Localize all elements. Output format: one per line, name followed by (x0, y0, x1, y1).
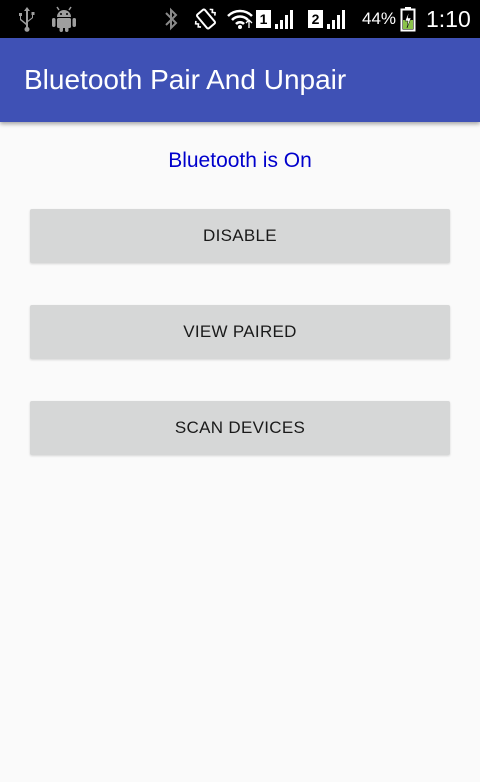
wifi-icon (226, 0, 254, 38)
vibrate-icon (192, 0, 220, 38)
view-paired-button-label: VIEW PAIRED (183, 322, 297, 341)
bluetooth-icon (162, 0, 180, 38)
usb-icon (16, 0, 38, 38)
bluetooth-status-text: Bluetooth is On (168, 149, 312, 172)
battery-percentage: 44% (362, 9, 397, 28)
status-bar: 1 2 44% 1:10 (0, 0, 480, 38)
main-content: Bluetooth is On DISABLE VIEW PAIRED SCAN… (0, 122, 480, 782)
disable-button[interactable]: DISABLE (30, 209, 450, 263)
disable-button-label: DISABLE (203, 226, 277, 245)
sim1-label: 1 (256, 10, 271, 28)
battery-charging-icon (400, 0, 416, 38)
app-title: Bluetooth Pair And Unpair (24, 64, 347, 95)
view-paired-button[interactable]: VIEW PAIRED (30, 305, 450, 359)
scan-devices-button-label: SCAN DEVICES (174, 418, 306, 437)
android-debug-icon (50, 0, 78, 38)
scan-devices-button[interactable]: SCAN DEVICES (30, 401, 450, 455)
clock-time: 1:10 (426, 6, 471, 32)
sim2-label: 2 (308, 10, 323, 28)
signal-sim2-icon: 2 (308, 0, 348, 38)
signal-sim1-icon: 1 (256, 0, 296, 38)
app-bar: Bluetooth Pair And Unpair (0, 38, 480, 122)
